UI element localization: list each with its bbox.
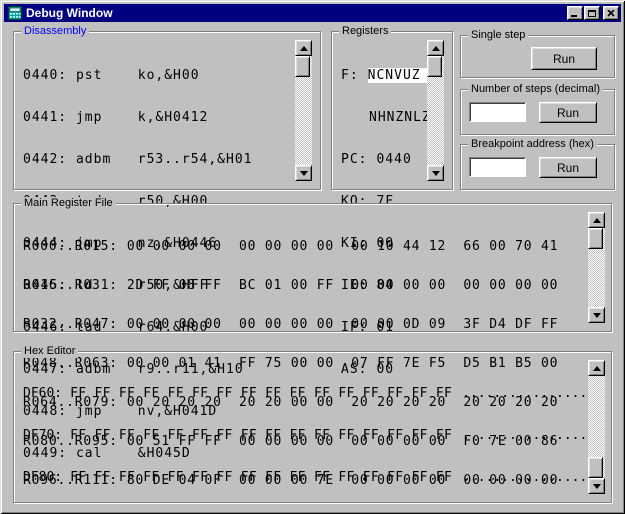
- hex-address: DF60:: [23, 386, 63, 401]
- single-step-run-button[interactable]: Run: [531, 47, 597, 70]
- disassembly-panel: Disassembly 0440: pst ko,&H00 0441: jmp …: [13, 25, 321, 461]
- flags-value-selected[interactable]: NCNVUZ: [367, 68, 430, 83]
- register-value: 0440: [376, 152, 412, 167]
- arrow-down-icon: [592, 483, 601, 489]
- hex-row[interactable]: DF70: FF FF FF FF FF FF FF FF FF FF FF FF…: [23, 429, 587, 443]
- main-register-file-label: Main Register File: [21, 197, 116, 210]
- hex-ascii: ................: [462, 386, 588, 401]
- number-of-steps-run-button[interactable]: Run: [539, 102, 597, 123]
- scrollbar-thumb[interactable]: [588, 228, 603, 249]
- scroll-up-button[interactable]: [588, 212, 605, 228]
- arrow-down-icon: [431, 170, 440, 176]
- maximize-button[interactable]: [584, 6, 600, 20]
- flags-register-name: F:: [341, 68, 359, 83]
- disassembly-panel-label: Disassembly: [21, 25, 90, 38]
- hex-row[interactable]: DF80: FF FF FF FF FF FF FF FF FF FF FF FF…: [23, 471, 587, 485]
- arrow-up-icon: [431, 45, 440, 51]
- hex-editor-label: Hex Editor: [21, 345, 79, 358]
- scroll-down-button[interactable]: [588, 478, 605, 494]
- register-range: R016..R031:: [23, 278, 118, 293]
- main-register-file-panel: Main Register File R000..R015: 00 00 00 0…: [13, 197, 612, 514]
- run-button-label: Run: [556, 105, 579, 120]
- breakpoint-address-input[interactable]: [469, 157, 526, 177]
- run-button-label: Run: [556, 160, 579, 175]
- scroll-down-button[interactable]: [588, 307, 605, 323]
- flags-register-row: F: NCNVUZ: [341, 68, 431, 83]
- window-controls: [566, 6, 619, 20]
- single-step-panel: Single step Run: [460, 29, 615, 78]
- register-file-row[interactable]: R032..R047: 00 00 00 00 00 00 00 00 00 00…: [23, 318, 558, 331]
- arrow-down-icon: [592, 312, 601, 318]
- hex-ascii: ................: [462, 428, 588, 443]
- scrollbar-thumb[interactable]: [588, 457, 603, 478]
- scrollbar-track[interactable]: [588, 376, 605, 478]
- minimize-icon: [571, 15, 577, 17]
- scroll-down-button[interactable]: [295, 165, 312, 181]
- arrow-up-icon: [592, 217, 601, 223]
- register-file-row[interactable]: R016..R031: 2D FF 08 FF BC 01 00 FF 00 00…: [23, 279, 558, 292]
- scrollbar-track[interactable]: [295, 56, 312, 165]
- scroll-down-button[interactable]: [427, 165, 444, 181]
- hex-editor-scrollbar[interactable]: [588, 360, 605, 494]
- flags-value-line2: NHNZNLZ: [369, 110, 431, 125]
- register-bytes: 00 00 00 00 00 00 00 00 00 00 0D 09 3F D…: [126, 317, 559, 332]
- scroll-up-button[interactable]: [295, 40, 312, 56]
- disassembly-line[interactable]: 0442: adbm r53..r54,&H01: [23, 153, 253, 167]
- disassembly-line[interactable]: 0441: jmp k,&H0412: [23, 111, 253, 125]
- register-file-row[interactable]: R000..R015: 00 00 00 00 00 00 00 00 00 10…: [23, 240, 558, 253]
- maximize-icon: [588, 9, 596, 17]
- minimize-button[interactable]: [567, 6, 583, 20]
- registers-panel-label: Registers: [339, 25, 392, 38]
- single-step-panel-label: Single step: [468, 29, 529, 42]
- title-bar[interactable]: Debug Window: [4, 4, 621, 22]
- arrow-down-icon: [299, 170, 308, 176]
- calculator-app-icon: [8, 6, 22, 20]
- registers-scrollbar[interactable]: [427, 40, 444, 181]
- hex-row[interactable]: DF60: FF FF FF FF FF FF FF FF FF FF FF FF…: [23, 387, 587, 401]
- hex-editor-content[interactable]: DF60: FF FF FF FF FF FF FF FF FF FF FF FF…: [23, 359, 587, 514]
- number-of-steps-panel-label: Number of steps (decimal): [468, 83, 603, 96]
- register-bytes: 2D FF 08 FF BC 01 00 FF 00 00 00 00 00 0…: [126, 278, 559, 293]
- scrollbar-track[interactable]: [588, 228, 605, 307]
- hex-address: DF70:: [23, 428, 63, 443]
- register-range: R032..R047:: [23, 317, 118, 332]
- number-of-steps-panel: Number of steps (decimal) Run: [460, 83, 615, 135]
- hex-address: DF80:: [23, 470, 63, 485]
- debug-window: Debug Window Disassembly 0440: pst ko,&H…: [0, 0, 625, 514]
- scrollbar-thumb[interactable]: [427, 56, 442, 77]
- disassembly-scrollbar[interactable]: [295, 40, 312, 181]
- scrollbar-track[interactable]: [427, 56, 444, 165]
- number-of-steps-input[interactable]: [469, 102, 526, 122]
- breakpoint-run-button[interactable]: Run: [539, 157, 597, 178]
- register-bytes: 00 00 00 00 00 00 00 00 00 10 44 12 66 0…: [126, 239, 559, 254]
- close-icon: [607, 9, 615, 17]
- arrow-up-icon: [592, 365, 601, 371]
- hex-bytes: FF FF FF FF FF FF FF FF FF FF FF FF FF F…: [70, 386, 453, 401]
- scroll-up-button[interactable]: [427, 40, 444, 56]
- close-button[interactable]: [603, 6, 619, 20]
- disassembly-line[interactable]: 0440: pst ko,&H00: [23, 69, 253, 83]
- breakpoint-panel: Breakpoint address (hex) Run: [460, 138, 615, 190]
- scroll-up-button[interactable]: [588, 360, 605, 376]
- registers-panel: Registers F: NCNVUZ NHNZNLZ PC: 0440 KO: 7F…: [331, 25, 453, 377]
- arrow-up-icon: [299, 45, 308, 51]
- register-range: R000..R015:: [23, 239, 118, 254]
- run-button-label: Run: [552, 51, 575, 66]
- hex-ascii: ................: [462, 470, 588, 485]
- scrollbar-thumb[interactable]: [295, 56, 310, 77]
- register-row: PC: 0440: [341, 153, 431, 167]
- hex-editor-panel: Hex Editor DF60: FF FF FF FF FF FF FF FF …: [13, 345, 612, 514]
- hex-bytes: FF FF FF FF FF FF FF FF FF FF FF FF FF F…: [70, 428, 453, 443]
- window-title: Debug Window: [26, 6, 113, 20]
- hex-bytes: FF FF FF FF FF FF FF FF FF FF FF FF FF F…: [70, 470, 453, 485]
- register-name: PC:: [341, 152, 368, 167]
- main-register-file-scrollbar[interactable]: [588, 212, 605, 323]
- breakpoint-panel-label: Breakpoint address (hex): [468, 138, 597, 151]
